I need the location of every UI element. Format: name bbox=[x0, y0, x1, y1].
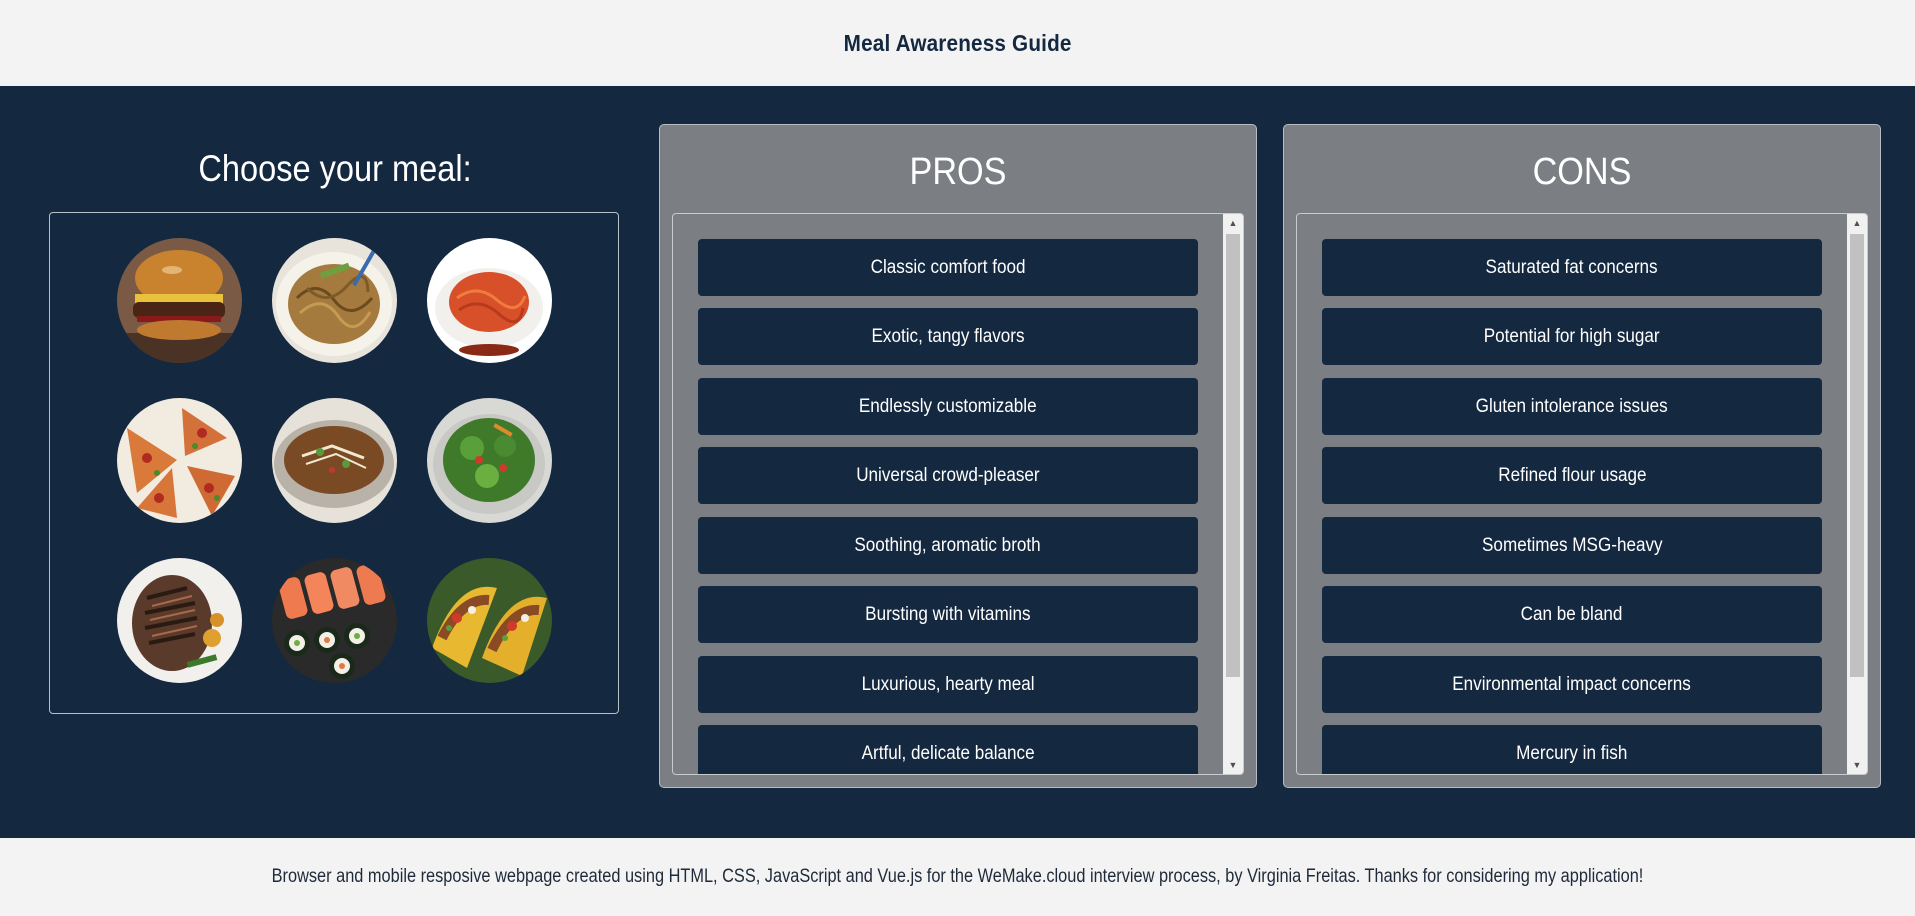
cons-item[interactable]: Mercury in fish bbox=[1322, 725, 1822, 774]
cons-item[interactable]: Refined flour usage bbox=[1322, 447, 1822, 504]
pros-item[interactable]: Luxurious, hearty meal bbox=[698, 656, 1198, 713]
pros-panel: PROS Classic comfort food Exotic, tangy … bbox=[659, 124, 1257, 788]
pros-item-label: Luxurious, hearty meal bbox=[861, 673, 1035, 695]
meal-pho-image[interactable] bbox=[272, 398, 397, 523]
meal-noodles-image[interactable] bbox=[272, 238, 397, 363]
pros-item[interactable]: Soothing, aromatic broth bbox=[698, 517, 1198, 574]
pros-item-label: Bursting with vitamins bbox=[865, 603, 1031, 625]
pros-scrollbar[interactable]: ▲ ▼ bbox=[1223, 214, 1243, 774]
cons-item[interactable]: Can be bland bbox=[1322, 586, 1822, 643]
page-footer: Browser and mobile resposive webpage cre… bbox=[0, 838, 1915, 916]
pros-item[interactable]: Universal crowd-pleaser bbox=[698, 447, 1198, 504]
meal-grid bbox=[49, 212, 619, 714]
scroll-thumb[interactable] bbox=[1850, 234, 1864, 677]
pros-item-label: Artful, delicate balance bbox=[861, 742, 1035, 764]
meal-pizza-image[interactable] bbox=[117, 398, 242, 523]
page-title: Meal Awareness Guide bbox=[843, 29, 1072, 56]
pros-heading: PROS bbox=[909, 151, 1007, 193]
cons-item-label: Saturated fat concerns bbox=[1485, 256, 1659, 278]
pros-item[interactable]: Endlessly customizable bbox=[698, 378, 1198, 435]
pros-list-content: Classic comfort food Exotic, tangy flavo… bbox=[673, 214, 1223, 774]
meal-spaghetti-image[interactable] bbox=[427, 238, 552, 363]
meal-burger-image[interactable] bbox=[117, 238, 242, 363]
pros-list[interactable]: Classic comfort food Exotic, tangy flavo… bbox=[672, 213, 1244, 775]
footer-text: Browser and mobile resposive webpage cre… bbox=[271, 866, 1644, 887]
pros-item-label: Classic comfort food bbox=[870, 256, 1026, 278]
scroll-up-arrow-icon[interactable]: ▲ bbox=[1847, 214, 1867, 232]
cons-item-label: Environmental impact concerns bbox=[1452, 673, 1692, 695]
cons-heading: CONS bbox=[1532, 151, 1632, 193]
scroll-thumb[interactable] bbox=[1226, 234, 1240, 677]
main-section: Choose your meal: PROS Classic comfort f… bbox=[0, 86, 1915, 838]
cons-item-label: Gluten intolerance issues bbox=[1475, 395, 1669, 417]
cons-list-content: Saturated fat concerns Potential for hig… bbox=[1297, 214, 1847, 774]
cons-item[interactable]: Environmental impact concerns bbox=[1322, 656, 1822, 713]
cons-item[interactable]: Saturated fat concerns bbox=[1322, 239, 1822, 296]
pros-item-label: Exotic, tangy flavors bbox=[871, 325, 1025, 347]
cons-item[interactable]: Gluten intolerance issues bbox=[1322, 378, 1822, 435]
cons-item-label: Refined flour usage bbox=[1497, 464, 1647, 486]
cons-item-label: Mercury in fish bbox=[1516, 742, 1628, 764]
scroll-down-arrow-icon[interactable]: ▼ bbox=[1847, 756, 1867, 774]
pros-item[interactable]: Exotic, tangy flavors bbox=[698, 308, 1198, 365]
cons-list[interactable]: Saturated fat concerns Potential for hig… bbox=[1296, 213, 1868, 775]
cons-scrollbar[interactable]: ▲ ▼ bbox=[1847, 214, 1867, 774]
pros-item[interactable]: Bursting with vitamins bbox=[698, 586, 1198, 643]
pros-item-label: Endlessly customizable bbox=[859, 395, 1037, 417]
cons-item[interactable]: Sometimes MSG-heavy bbox=[1322, 517, 1822, 574]
pros-item[interactable]: Classic comfort food bbox=[698, 239, 1198, 296]
chooser-heading: Choose your meal: bbox=[198, 148, 472, 189]
cons-item[interactable]: Potential for high sugar bbox=[1322, 308, 1822, 365]
meal-sushi-image[interactable] bbox=[272, 558, 397, 683]
cons-item-label: Potential for high sugar bbox=[1484, 325, 1660, 347]
scroll-up-arrow-icon[interactable]: ▲ bbox=[1223, 214, 1243, 232]
scroll-down-arrow-icon[interactable]: ▼ bbox=[1223, 756, 1243, 774]
meal-salad-image[interactable] bbox=[427, 398, 552, 523]
cons-item-label: Sometimes MSG-heavy bbox=[1481, 534, 1663, 556]
cons-panel: CONS Saturated fat concerns Potential fo… bbox=[1283, 124, 1881, 788]
pros-item-label: Soothing, aromatic broth bbox=[854, 534, 1042, 556]
cons-item-label: Can be bland bbox=[1521, 603, 1623, 625]
page-header: Meal Awareness Guide bbox=[0, 0, 1915, 86]
meal-tacos-image[interactable] bbox=[427, 558, 552, 683]
meal-steak-image[interactable] bbox=[117, 558, 242, 683]
pros-item[interactable]: Artful, delicate balance bbox=[698, 725, 1198, 774]
pros-item-label: Universal crowd-pleaser bbox=[856, 464, 1040, 486]
